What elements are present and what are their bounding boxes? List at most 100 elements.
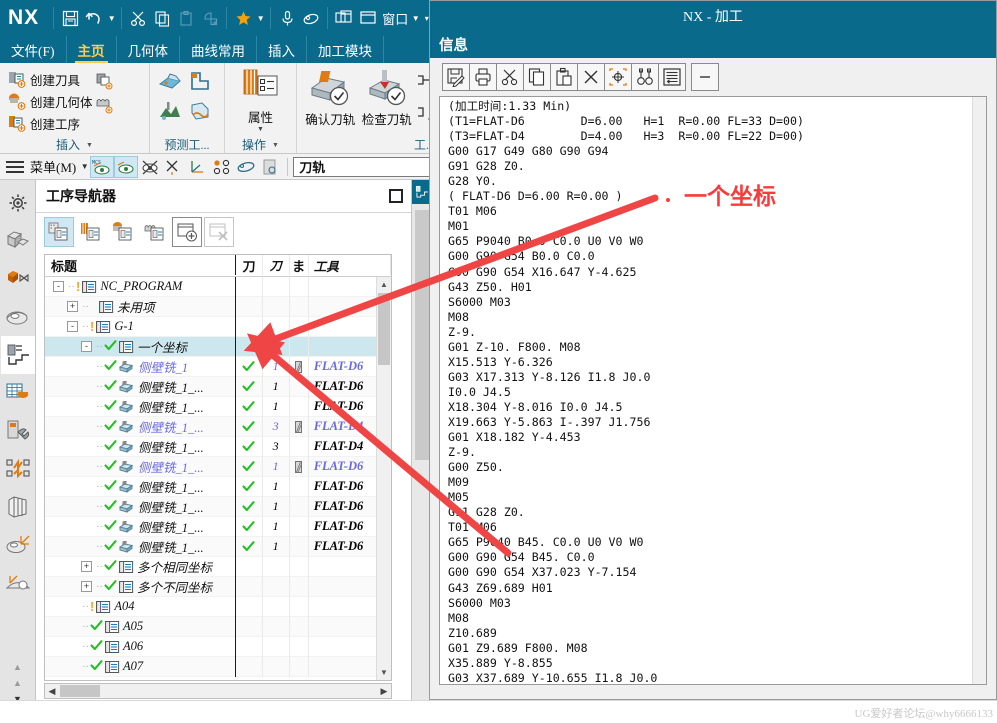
ribbon-tab-home[interactable]: 主页: [67, 36, 117, 63]
table-row[interactable]: ·· A05: [45, 616, 391, 637]
table-row[interactable]: ·· 侧壁铣_1_... 1 FLAT-D6: [45, 476, 391, 497]
tree-expander-icon[interactable]: -: [53, 281, 64, 292]
scrollbar-thumb[interactable]: [415, 210, 429, 460]
program-order-view-button[interactable]: [44, 217, 74, 247]
favorite-caret-icon[interactable]: ▼: [255, 5, 266, 31]
tree-expander-icon[interactable]: +: [67, 301, 78, 312]
word-wrap-button[interactable]: [658, 63, 686, 91]
table-row[interactable]: - ··! G-1: [45, 316, 391, 337]
tree-horizontal-scrollbar[interactable]: ◀ ▶: [44, 683, 392, 699]
tree-expander-icon[interactable]: -: [81, 341, 92, 352]
sidebar-item-history[interactable]: [1, 488, 35, 526]
tree-item-title-cell[interactable]: - ·· 一个坐标: [45, 336, 236, 357]
table-row[interactable]: ·· 侧壁铣_1_... 1 FLAT-D6: [45, 376, 391, 397]
tree-item-title-cell[interactable]: + ·· 多个不同坐标: [45, 576, 236, 597]
print-button[interactable]: [469, 63, 497, 91]
tree-item-title-cell[interactable]: ··! A04: [45, 596, 236, 617]
table-row[interactable]: - ·· 一个坐标: [45, 336, 391, 357]
mcs-display-icon[interactable]: MCS: [90, 155, 115, 178]
machining-method-view-button[interactable]: [140, 217, 170, 247]
chevron-down-icon[interactable]: ▼: [257, 126, 264, 133]
tree-item-title-cell[interactable]: ·· 侧壁铣_1_...: [45, 536, 236, 557]
tree-item-title-cell[interactable]: ·· A06: [45, 636, 236, 657]
tree-item-title-cell[interactable]: ·· 侧壁铣_1: [45, 356, 236, 377]
chevron-down-icon[interactable]: ▼: [272, 141, 279, 149]
delete-button[interactable]: [577, 63, 605, 91]
wcs-display-icon[interactable]: [114, 155, 139, 178]
column-header-tool-b[interactable]: 刀: [263, 255, 290, 275]
scroll-down-icon[interactable]: ▼: [377, 665, 391, 680]
table-row[interactable]: + ·· 未用项: [45, 296, 391, 317]
window-icon[interactable]: [356, 5, 380, 31]
column-header-title[interactable]: 标题: [45, 255, 237, 275]
table-row[interactable]: + ·· 多个相同坐标: [45, 556, 391, 577]
tree-item-title-cell[interactable]: - ··! NC_PROGRAM: [45, 276, 236, 297]
table-row[interactable]: ·· 侧壁铣_1_... 1 FLAT-D6: [45, 516, 391, 537]
sidebar-item-assembly-navigator[interactable]: [1, 260, 35, 298]
cut-level-button[interactable]: [185, 96, 215, 126]
table-row[interactable]: ·· 侧壁铣_1_... 1 FLAT-D6: [45, 536, 391, 557]
scroll-left-icon[interactable]: ◀: [45, 686, 59, 697]
tree-vertical-scrollbar[interactable]: ▲ ▼: [376, 277, 391, 680]
menu-hamburger-icon[interactable]: [6, 160, 24, 173]
tree-expander-icon[interactable]: +: [81, 581, 92, 592]
properties-button[interactable]: 属性 ▼: [232, 66, 290, 133]
tree-item-title-cell[interactable]: ·· 侧壁铣_1_...: [45, 396, 236, 417]
ribbon-tab-curve[interactable]: 曲线常用: [180, 36, 257, 63]
undo-icon[interactable]: [82, 5, 106, 31]
ribbon-tab-geometry[interactable]: 几何体: [117, 36, 180, 63]
tree-item-title-cell[interactable]: ·· A07: [45, 656, 236, 677]
sidebar-item-reuse-library[interactable]: [1, 374, 35, 412]
clipboard-icon[interactable]: [258, 156, 282, 178]
scrollbar-thumb[interactable]: [378, 293, 390, 365]
create-object-button[interactable]: [172, 217, 202, 247]
tree-item-title-cell[interactable]: ·· 侧壁铣_1_...: [45, 516, 236, 537]
command-finder-icon[interactable]: [275, 5, 299, 31]
tree-item-title-cell[interactable]: + ·· 未用项: [45, 296, 236, 317]
table-row[interactable]: ·· 侧壁铣_1_... 3 FLAT-D4: [45, 416, 391, 437]
column-header-ma[interactable]: ま: [290, 255, 309, 275]
cut-button[interactable]: [496, 63, 524, 91]
sidebar-item-process-workbench[interactable]: [1, 450, 35, 488]
paste-button[interactable]: [550, 63, 578, 91]
table-row[interactable]: ·· 侧壁铣_1_... 1 FLAT-D6: [45, 496, 391, 517]
tree-item-title-cell[interactable]: ·· 侧壁铣_1_...: [45, 476, 236, 497]
check-toolpath-button[interactable]: 检查刀轨: [359, 66, 416, 128]
sidebar-item-settings[interactable]: [1, 184, 35, 222]
table-row[interactable]: ·· 侧壁铣_1_... 1 FLAT-D6: [45, 456, 391, 477]
window-menu-label[interactable]: 窗口: [380, 9, 410, 28]
select-button[interactable]: [604, 63, 632, 91]
chevron-down-icon[interactable]: ▼: [86, 141, 93, 149]
table-row[interactable]: ·· A07: [45, 656, 391, 677]
table-row[interactable]: ·· 侧壁铣_1 1 FLAT-D6: [45, 356, 391, 377]
table-row[interactable]: ··! A04: [45, 596, 391, 617]
touch-mode-icon[interactable]: [299, 5, 323, 31]
scrollbar-thumb[interactable]: [60, 685, 100, 697]
ribbon-tab-file[interactable]: 文件(F): [0, 36, 67, 63]
tree-expander-icon[interactable]: +: [81, 561, 92, 572]
tree-expander-icon[interactable]: -: [67, 321, 78, 332]
tree-item-title-cell[interactable]: ·· 侧壁铣_1_...: [45, 496, 236, 517]
find-button[interactable]: [631, 63, 659, 91]
ribbon-tab-machining-module[interactable]: 加工模块: [307, 36, 384, 63]
no-display-icon[interactable]: [138, 156, 162, 178]
tree-item-title-cell[interactable]: ·· 侧壁铣_1_...: [45, 436, 236, 457]
code-vertical-scrollbar[interactable]: [972, 97, 986, 684]
column-header-tool[interactable]: 工具: [309, 255, 391, 275]
column-header-tool-a[interactable]: 刀: [236, 255, 263, 275]
eraser-icon[interactable]: [234, 156, 258, 178]
table-row[interactable]: ·· A06: [45, 636, 391, 657]
scroll-up-icon[interactable]: ▲: [377, 277, 391, 292]
menu-label[interactable]: 菜单(M): [24, 157, 79, 176]
machine-tool-view-button[interactable]: [76, 217, 106, 247]
tool-display-icon[interactable]: [210, 156, 234, 178]
minimize-button[interactable]: [691, 63, 719, 91]
undo-caret-icon[interactable]: ▼: [106, 5, 117, 31]
table-row[interactable]: ·· 侧壁铣_1_... 3 FLAT-D4: [45, 436, 391, 457]
sidebar-item-operation-navigator[interactable]: [0, 336, 35, 374]
copy-button[interactable]: [523, 63, 551, 91]
sidebar-item-machining-feature-navigator[interactable]: [1, 298, 35, 336]
menu-caret-icon[interactable]: ▼: [79, 154, 90, 180]
blank-geometry-icon[interactable]: [162, 156, 186, 178]
table-row[interactable]: - ··! NC_PROGRAM: [45, 276, 391, 297]
